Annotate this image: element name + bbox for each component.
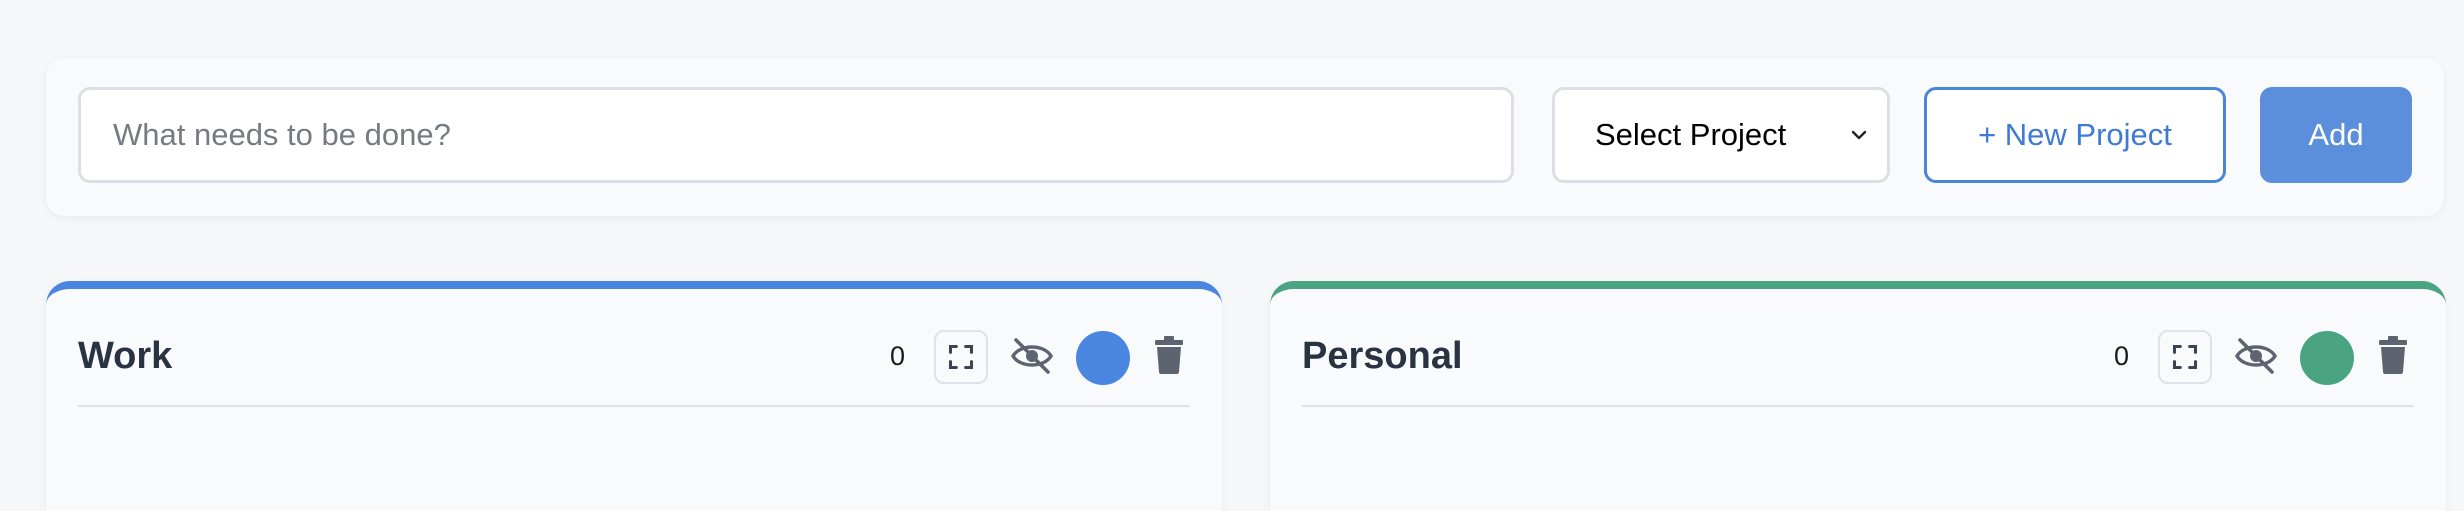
project-color-dot[interactable] [1076, 331, 1130, 385]
task-input[interactable] [78, 87, 1514, 183]
project-select-value: Select Project [1595, 117, 1787, 152]
project-title: Work [78, 335, 173, 377]
project-select[interactable]: Select Project [1552, 87, 1890, 183]
trash-icon[interactable] [1153, 336, 1185, 374]
task-count: 0 [890, 341, 906, 371]
project-panel-work: Work 0 [46, 281, 1222, 511]
eye-off-icon[interactable] [2234, 336, 2278, 376]
expand-icon [948, 344, 974, 370]
new-task-bar: Select Project + New Project Add [46, 58, 2444, 216]
expand-button[interactable] [2158, 330, 2212, 384]
chevron-down-icon [1851, 130, 1867, 140]
trash-icon[interactable] [2377, 336, 2409, 374]
add-button[interactable]: Add [2260, 87, 2412, 183]
project-color-dot[interactable] [2300, 331, 2354, 385]
new-project-button[interactable]: + New Project [1924, 87, 2226, 183]
panel-divider [1302, 405, 2414, 407]
panel-divider [78, 405, 1190, 407]
project-panel-personal: Personal 0 [1270, 281, 2446, 511]
task-count: 0 [2114, 341, 2130, 371]
project-title: Personal [1302, 335, 1463, 377]
eye-off-icon[interactable] [1010, 336, 1054, 376]
expand-button[interactable] [934, 330, 988, 384]
expand-icon [2172, 344, 2198, 370]
